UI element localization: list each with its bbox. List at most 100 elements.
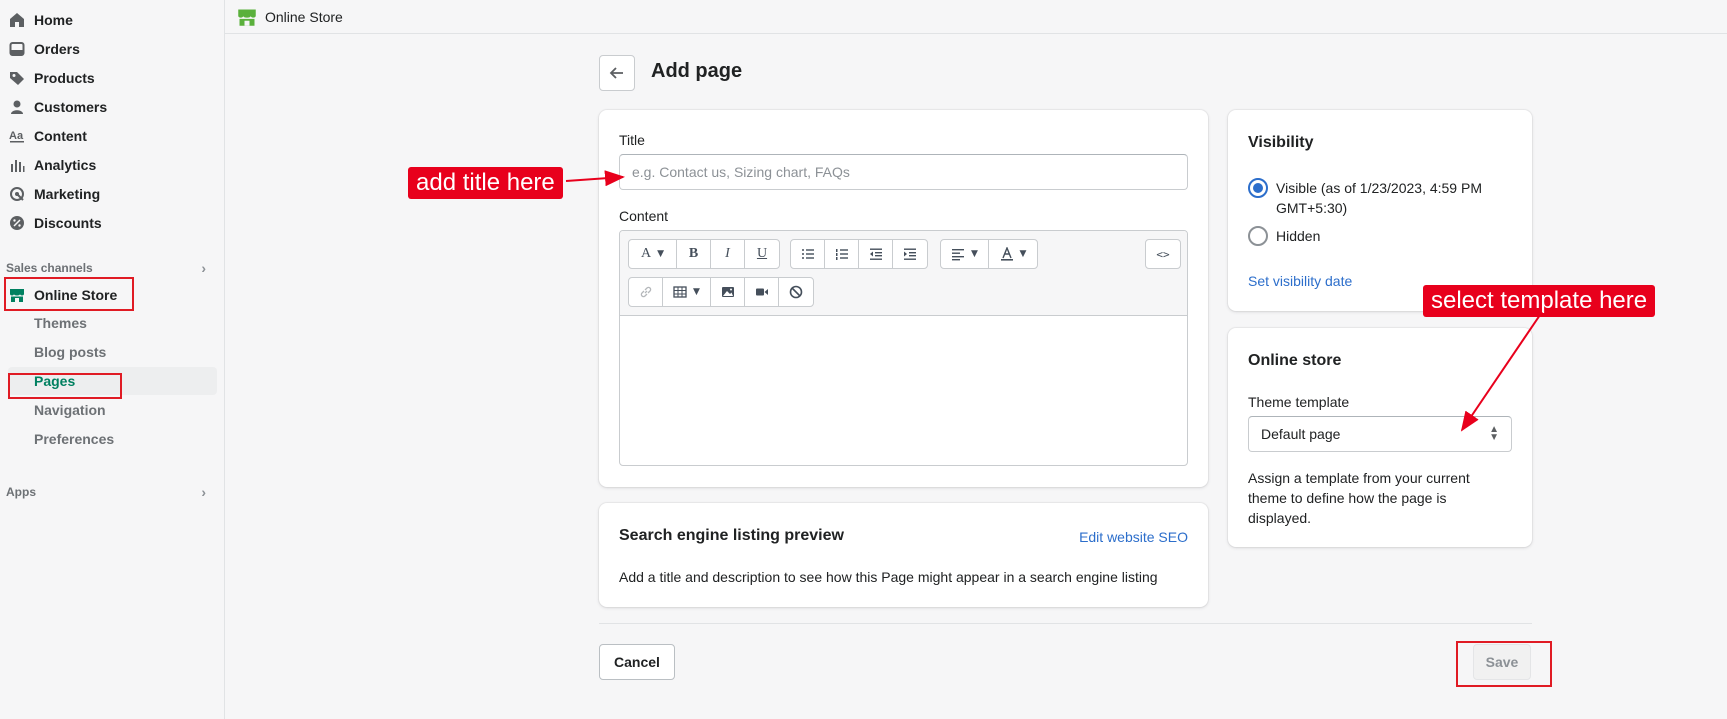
callout-add-title: add title here bbox=[408, 167, 563, 199]
sidebar-item-label: Content bbox=[34, 128, 87, 144]
set-visibility-date-link[interactable]: Set visibility date bbox=[1248, 273, 1352, 289]
online-store-heading: Online store bbox=[1248, 352, 1342, 369]
footer-divider bbox=[599, 623, 1532, 624]
list-group bbox=[790, 239, 928, 269]
italic-glyph: I bbox=[725, 246, 730, 261]
annotation-box-online-store bbox=[4, 277, 134, 311]
inbox-icon bbox=[0, 41, 34, 57]
sidebar-subitem-blog-posts[interactable]: Blog posts bbox=[34, 338, 106, 366]
sidebar-item-analytics[interactable]: Analytics bbox=[0, 151, 217, 179]
sidebar-subitem-navigation[interactable]: Navigation bbox=[34, 396, 106, 424]
video-icon bbox=[755, 288, 768, 296]
chevron-right-icon: › bbox=[201, 484, 206, 500]
sidebar-item-label: Orders bbox=[34, 41, 80, 57]
insert-video-button[interactable] bbox=[745, 278, 779, 306]
bold-glyph: B bbox=[688, 246, 699, 261]
target-icon bbox=[0, 186, 34, 202]
arrow-left-icon bbox=[609, 67, 623, 79]
back-button[interactable] bbox=[599, 55, 635, 91]
underline-button[interactable]: U bbox=[745, 240, 779, 268]
insert-table-button[interactable]: ▼ bbox=[663, 278, 711, 306]
sidebar-item-marketing[interactable]: Marketing bbox=[0, 180, 217, 208]
title-label: Title bbox=[619, 132, 645, 148]
link-icon bbox=[640, 286, 651, 298]
seo-heading: Search engine listing preview bbox=[619, 527, 844, 544]
numbered-list-icon bbox=[835, 249, 848, 260]
bold-button[interactable]: B bbox=[677, 240, 711, 268]
sidebar-item-orders[interactable]: Orders bbox=[0, 35, 217, 63]
subitem-label: Blog posts bbox=[34, 344, 107, 360]
sidebar-item-content[interactable]: Aa Content bbox=[0, 122, 217, 150]
sidebar-subitem-themes[interactable]: Themes bbox=[34, 309, 87, 337]
theme-template-label: Theme template bbox=[1248, 394, 1350, 410]
chevron-right-icon: › bbox=[201, 260, 206, 276]
html-group: <> bbox=[1145, 239, 1181, 269]
sidebar-item-home[interactable]: Home bbox=[0, 6, 217, 34]
text-style-glyph: A bbox=[640, 246, 652, 261]
discount-icon bbox=[0, 215, 34, 231]
page-content-card: Title e.g. Contact us, Sizing chart, FAQ… bbox=[599, 110, 1208, 487]
annotation-box-pages bbox=[8, 373, 122, 399]
subitem-label: Navigation bbox=[34, 402, 106, 418]
topbar: Online Store bbox=[225, 0, 1727, 34]
indent-button[interactable] bbox=[893, 240, 927, 268]
rich-text-editor[interactable]: A ▼ B I U ▼ ▼ <> ▼ bbox=[619, 230, 1188, 466]
cancel-button[interactable]: Cancel bbox=[599, 644, 675, 680]
visible-radio[interactable] bbox=[1248, 178, 1268, 198]
insert-group: ▼ bbox=[628, 277, 814, 307]
seo-preview-card: Search engine listing preview Edit websi… bbox=[599, 503, 1208, 607]
svg-text:Aa: Aa bbox=[9, 130, 24, 142]
sidebar-item-discounts[interactable]: Discounts bbox=[0, 209, 217, 237]
theme-template-select[interactable]: Default page ▲ ▼ bbox=[1248, 416, 1512, 452]
html-glyph: <> bbox=[1156, 247, 1170, 261]
italic-button[interactable]: I bbox=[711, 240, 745, 268]
sidebar: Home Orders Products Customers Aa Conten… bbox=[0, 0, 225, 719]
text-color-button[interactable]: ▼ bbox=[989, 240, 1037, 268]
theme-template-value: Default page bbox=[1261, 426, 1341, 442]
subitem-label: Preferences bbox=[34, 431, 115, 447]
image-icon bbox=[721, 287, 734, 297]
sales-channels-section[interactable]: Sales channels › bbox=[6, 260, 206, 276]
subitem-label: Themes bbox=[34, 315, 87, 331]
editor-toolbar: A ▼ B I U ▼ ▼ <> ▼ bbox=[620, 231, 1187, 316]
underline-glyph: U bbox=[756, 246, 768, 261]
seo-description: Add a title and description to see how t… bbox=[619, 569, 1158, 585]
caret-down-icon: ▼ bbox=[971, 249, 978, 259]
numbered-list-button[interactable] bbox=[825, 240, 859, 268]
insert-image-button[interactable] bbox=[711, 278, 745, 306]
clear-formatting-button[interactable] bbox=[779, 278, 813, 306]
insert-link-button[interactable] bbox=[629, 278, 663, 306]
online-store-card: Online store Theme template Default page… bbox=[1228, 328, 1532, 547]
sidebar-subitem-preferences[interactable]: Preferences bbox=[34, 425, 114, 453]
sidebar-item-products[interactable]: Products bbox=[0, 64, 217, 92]
sidebar-item-customers[interactable]: Customers bbox=[0, 93, 217, 121]
visibility-heading: Visibility bbox=[1248, 134, 1314, 151]
tag-icon bbox=[0, 70, 34, 86]
align-left-icon bbox=[952, 249, 965, 261]
text-style-button[interactable]: A ▼ bbox=[629, 240, 677, 268]
apps-label: Apps bbox=[6, 485, 36, 499]
outdent-button[interactable] bbox=[859, 240, 893, 268]
bullet-list-icon bbox=[801, 249, 814, 259]
person-icon bbox=[0, 99, 34, 115]
table-icon bbox=[673, 286, 687, 298]
sidebar-item-label: Marketing bbox=[34, 186, 101, 202]
title-input[interactable]: e.g. Contact us, Sizing chart, FAQs bbox=[619, 154, 1188, 190]
align-button[interactable]: ▼ bbox=[941, 240, 989, 268]
theme-template-help: Assign a template from your current them… bbox=[1248, 470, 1470, 526]
sidebar-item-label: Discounts bbox=[34, 215, 102, 231]
hidden-radio-label: Hidden bbox=[1276, 228, 1321, 244]
caret-down-icon: ▼ bbox=[657, 249, 665, 259]
align-color-group: ▼ ▼ bbox=[940, 239, 1038, 269]
store-icon bbox=[237, 7, 257, 27]
hidden-radio[interactable] bbox=[1248, 226, 1268, 246]
home-icon bbox=[0, 12, 34, 28]
bullet-list-button[interactable] bbox=[791, 240, 825, 268]
callout-select-template: select template here bbox=[1423, 285, 1656, 317]
text-color-icon bbox=[1000, 247, 1013, 261]
visibility-card: Visibility Visible (as of 1/23/2023, 4:5… bbox=[1228, 110, 1532, 311]
apps-section[interactable]: Apps › bbox=[6, 484, 206, 500]
edit-seo-link[interactable]: Edit website SEO bbox=[1079, 529, 1188, 545]
show-html-button[interactable]: <> bbox=[1146, 240, 1180, 268]
title-input-placeholder: e.g. Contact us, Sizing chart, FAQs bbox=[632, 164, 850, 180]
